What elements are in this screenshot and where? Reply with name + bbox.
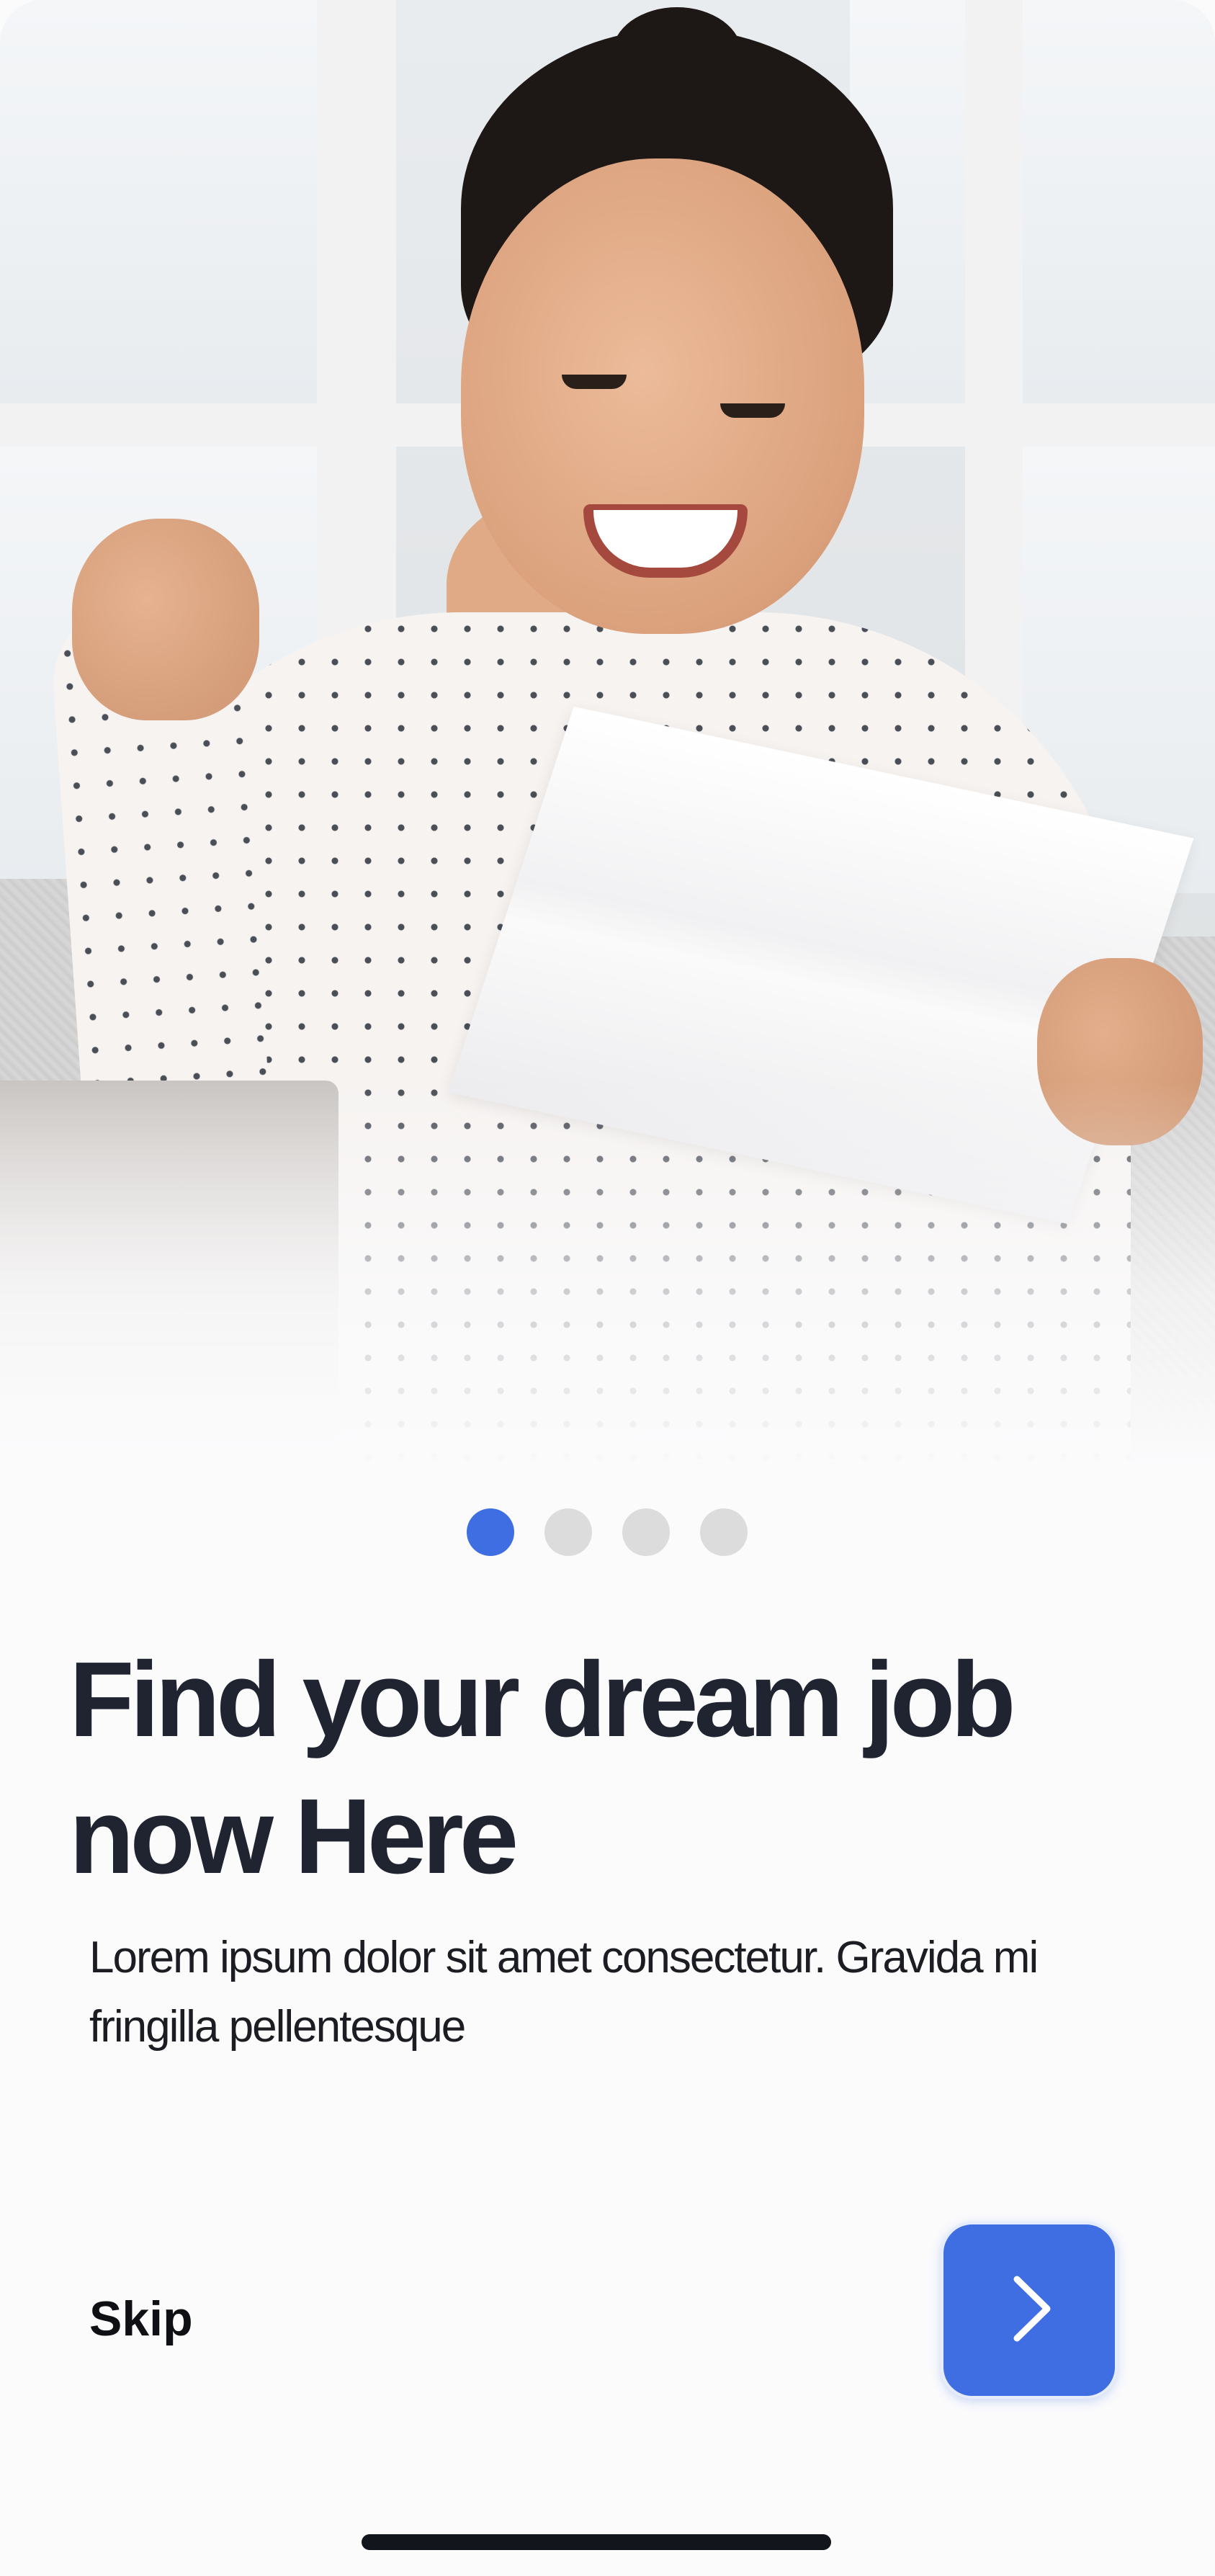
page-dot-3[interactable]: [622, 1508, 670, 1556]
page-dot-4[interactable]: [700, 1508, 748, 1556]
onboarding-screen: Find your dream job now Here Lorem ipsum…: [0, 0, 1215, 2576]
skip-button[interactable]: Skip: [89, 2291, 193, 2347]
page-dot-2[interactable]: [544, 1508, 592, 1556]
next-button[interactable]: [941, 2222, 1118, 2399]
page-dot-1[interactable]: [467, 1508, 514, 1556]
onboarding-title: Find your dream job now Here: [69, 1640, 1016, 1896]
hero-image: [0, 0, 1215, 1470]
page-indicator: [467, 1508, 748, 1556]
chevron-right-icon: [997, 2269, 1062, 2352]
home-indicator: [362, 2534, 831, 2550]
onboarding-description: Lorem ipsum dolor sit amet consectetur. …: [89, 1933, 1039, 2052]
